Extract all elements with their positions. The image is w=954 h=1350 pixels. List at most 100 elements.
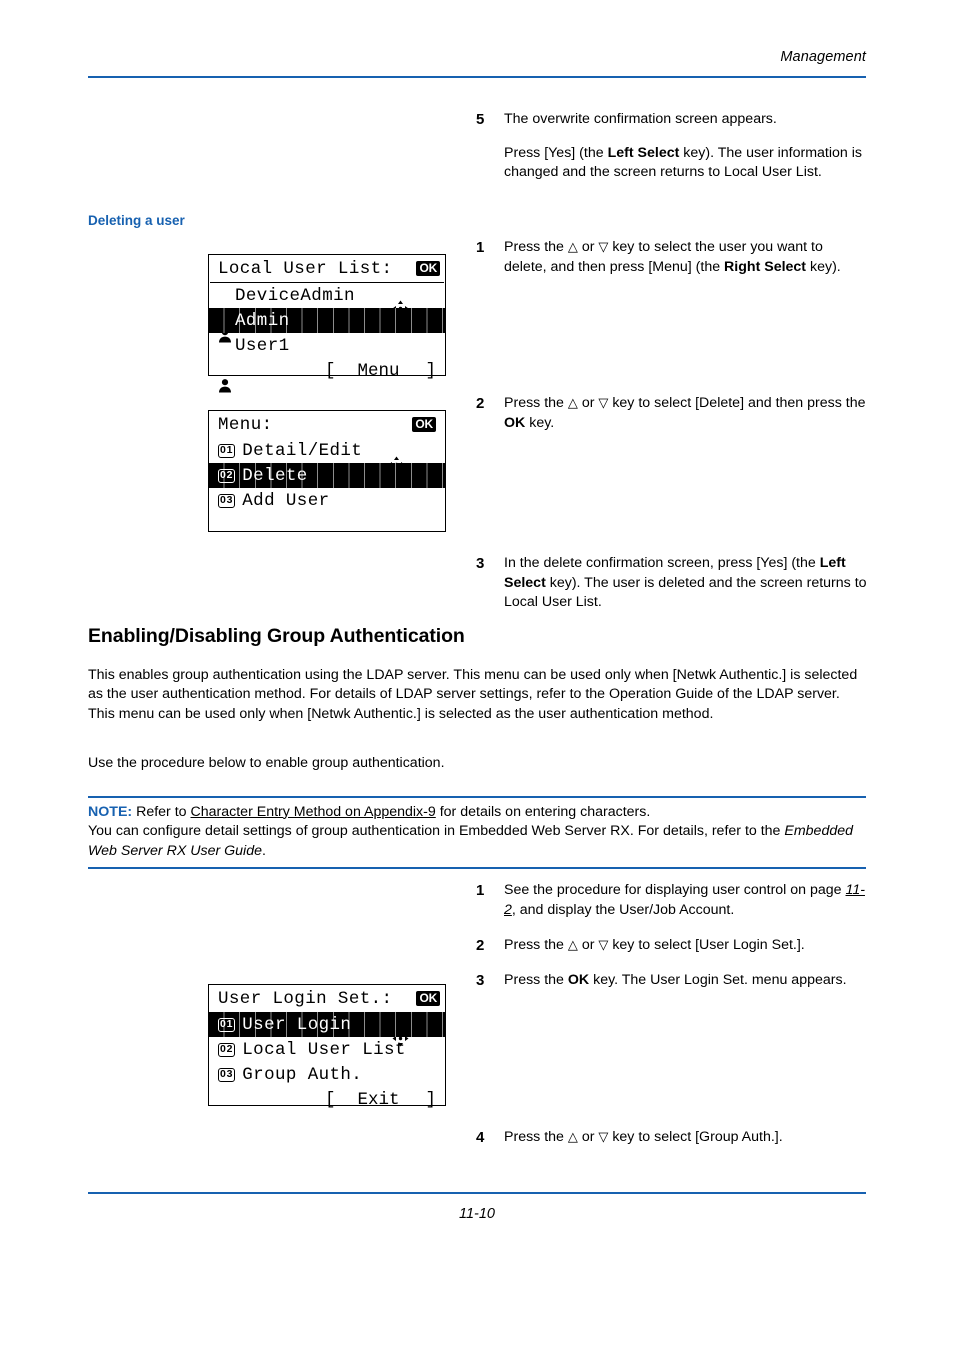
step-number: 1 <box>476 239 485 256</box>
step-number: 2 <box>476 395 485 412</box>
lcd-softkey-row: [ Exit ] <box>209 1087 445 1112</box>
lcd-item-label: DeviceAdmin <box>235 285 355 306</box>
lcd-menu-item[interactable]: 02 Local User List <box>209 1037 445 1062</box>
step-number: 3 <box>476 972 485 989</box>
step-5: 5 The overwrite confirmation screen appe… <box>476 110 868 183</box>
lcd-item-label: Delete <box>242 465 308 486</box>
step-paragraph: In the delete confirmation screen, press… <box>504 554 868 613</box>
softkey-right-select-menu[interactable]: Menu <box>357 361 399 381</box>
item-number-badge: 01 <box>218 1017 236 1032</box>
lcd-screen-menu: Menu: OK 01 Detail/Edit 02 Delete 03 Add… <box>208 410 446 532</box>
ok-badge-icon: OK <box>416 991 441 1006</box>
text-fragment: key to select [User Login Set.]. <box>608 937 805 953</box>
lcd-menu-item[interactable]: 03 Group Auth. <box>209 1062 445 1087</box>
lcd-title: Menu: <box>218 414 273 435</box>
lcd-menu-item-selected[interactable]: 01 User Login <box>209 1012 445 1037</box>
note-block: NOTE: Refer to Character Entry Method on… <box>88 796 866 869</box>
item-number-badge: 01 <box>218 443 236 458</box>
text-fragment: key to select [Delete] and then press th… <box>608 395 866 411</box>
step-number: 3 <box>476 555 485 572</box>
note-bottom-divider <box>88 867 866 869</box>
step-paragraph: See the procedure for displaying user co… <box>504 881 868 920</box>
text-fragment: Press the <box>504 937 568 953</box>
lcd-list-item[interactable]: DeviceAdmin <box>209 283 445 343</box>
text-fragment: or <box>577 1129 599 1145</box>
body-paragraph-2: Use the procedure below to enable group … <box>88 755 445 771</box>
lcd-title: User Login Set.: <box>218 988 393 1009</box>
text-fragment: or <box>577 937 599 953</box>
lcd-item-label: Local User List <box>242 1039 406 1060</box>
softkey-right-select-exit[interactable]: Exit <box>357 1090 399 1110</box>
step-delete-3: 3 In the delete confirmation screen, pre… <box>476 554 868 613</box>
step-text: Press the △ or ▽ key to select [Group Au… <box>504 1128 783 1148</box>
step-text: The overwrite confirmation screen appear… <box>504 110 868 183</box>
document-page: Management 5 The overwrite confirmation … <box>0 0 954 1350</box>
step-delete-2: 2 Press the △ or ▽ key to select [Delete… <box>476 394 868 433</box>
lcd-item-label: Admin <box>235 310 290 331</box>
step-text: Press the △ or ▽ key to select [User Log… <box>504 936 805 956</box>
softkey-bracket-left: [ <box>324 360 336 381</box>
lcd-item-label: Add User <box>242 490 330 511</box>
lcd-list-item[interactable]: User1 <box>209 333 445 393</box>
step-text: Press the △ or ▽ key to select the user … <box>504 238 868 277</box>
text-fragment: . <box>262 842 266 859</box>
text-fragment: In the delete confirmation screen, press… <box>504 555 820 571</box>
note-cross-reference-link[interactable]: Character Entry Method on Appendix-9 <box>191 804 436 820</box>
key-name-ok: OK <box>567 972 590 988</box>
step-paragraph-1: The overwrite confirmation screen appear… <box>504 111 777 127</box>
footer-page-number: 11-10 <box>458 1206 495 1222</box>
step-paragraph: Press the OK key. The User Login Set. me… <box>504 971 847 991</box>
text-fragment: key). <box>806 258 841 275</box>
item-number-badge: 03 <box>218 493 236 508</box>
body-paragraph: This enables group authentication using … <box>88 667 858 722</box>
text-fragment: for details on entering characters. <box>435 803 651 820</box>
step-text: See the procedure for displaying user co… <box>504 881 868 920</box>
softkey-bracket-right: ] <box>425 1089 436 1110</box>
lcd-title-row: Local User List: OK <box>209 255 445 317</box>
lcd-menu-item-selected[interactable]: 02 Delete <box>209 463 445 488</box>
lcd-item-label: Detail/Edit <box>242 440 363 461</box>
arrow-down-icon: ▽ <box>598 239 609 254</box>
text-fragment: Press the <box>504 972 568 988</box>
step-paragraph-2: Press [Yes] (the Left Select key). The u… <box>504 144 868 183</box>
text-fragment: or <box>577 395 599 411</box>
arrow-up-icon: △ <box>567 395 578 410</box>
arrow-down-icon: ▽ <box>598 937 609 952</box>
step-delete-1: 1 Press the △ or ▽ key to select the use… <box>476 238 868 277</box>
arrow-up-icon: △ <box>567 239 578 254</box>
note-label: NOTE: <box>88 803 133 820</box>
lcd-list-item-selected[interactable]: Admin <box>209 308 445 368</box>
step-paragraph: Press the △ or ▽ key to select [Group Au… <box>504 1128 783 1148</box>
text-fragment: Refer to <box>132 803 191 820</box>
lcd-screen-user-login-set: User Login Set.: OK 01 User Login 02 Loc… <box>208 984 446 1110</box>
step-paragraph: Press the △ or ▽ key to select [User Log… <box>504 936 805 956</box>
step-text: Press the OK key. The User Login Set. me… <box>504 971 847 991</box>
header-title: Management <box>780 49 866 65</box>
text-fragment: You can configure detail settings of gro… <box>88 823 785 840</box>
text-fragment: Press [Yes] (the <box>504 144 608 161</box>
softkey-bracket-right: ] <box>425 360 436 381</box>
lcd-screen-local-user-list: Local User List: OK DeviceAdmin Admin Us… <box>208 254 446 393</box>
text-fragment: , and display the User/Job Account. <box>511 901 735 918</box>
lcd-menu-item[interactable]: 03 Add User <box>209 488 445 513</box>
text-fragment: or <box>577 239 599 255</box>
section-heading: Enabling/Disabling Group Authentication <box>88 625 465 647</box>
page-header: Management <box>88 48 866 66</box>
step-number: 1 <box>476 882 485 899</box>
arrow-up-icon: △ <box>567 1129 578 1144</box>
lcd-title: Local User List: <box>218 258 393 279</box>
key-name-right-select: Right Select <box>724 258 807 275</box>
text-fragment: key. <box>525 414 555 431</box>
step-group-4: 4 Press the △ or ▽ key to select [Group … <box>476 1128 868 1148</box>
nav-cross-icon <box>388 416 405 473</box>
key-name-ok: OK <box>504 414 526 431</box>
lcd-header-icons: OK <box>392 260 441 317</box>
note-text: NOTE: Refer to Character Entry Method on… <box>88 798 866 868</box>
step-group-2: 2 Press the △ or ▽ key to select [User L… <box>476 936 868 956</box>
step-number: 5 <box>476 111 485 128</box>
subheading-deleting-a-user: Deleting a user <box>88 213 185 228</box>
ok-badge-icon: OK <box>416 261 441 276</box>
lcd-menu-item[interactable]: 01 Detail/Edit <box>209 438 445 463</box>
lcd-header-icons: OK <box>388 416 436 473</box>
step-text: Press the △ or ▽ key to select [Delete] … <box>504 394 868 433</box>
